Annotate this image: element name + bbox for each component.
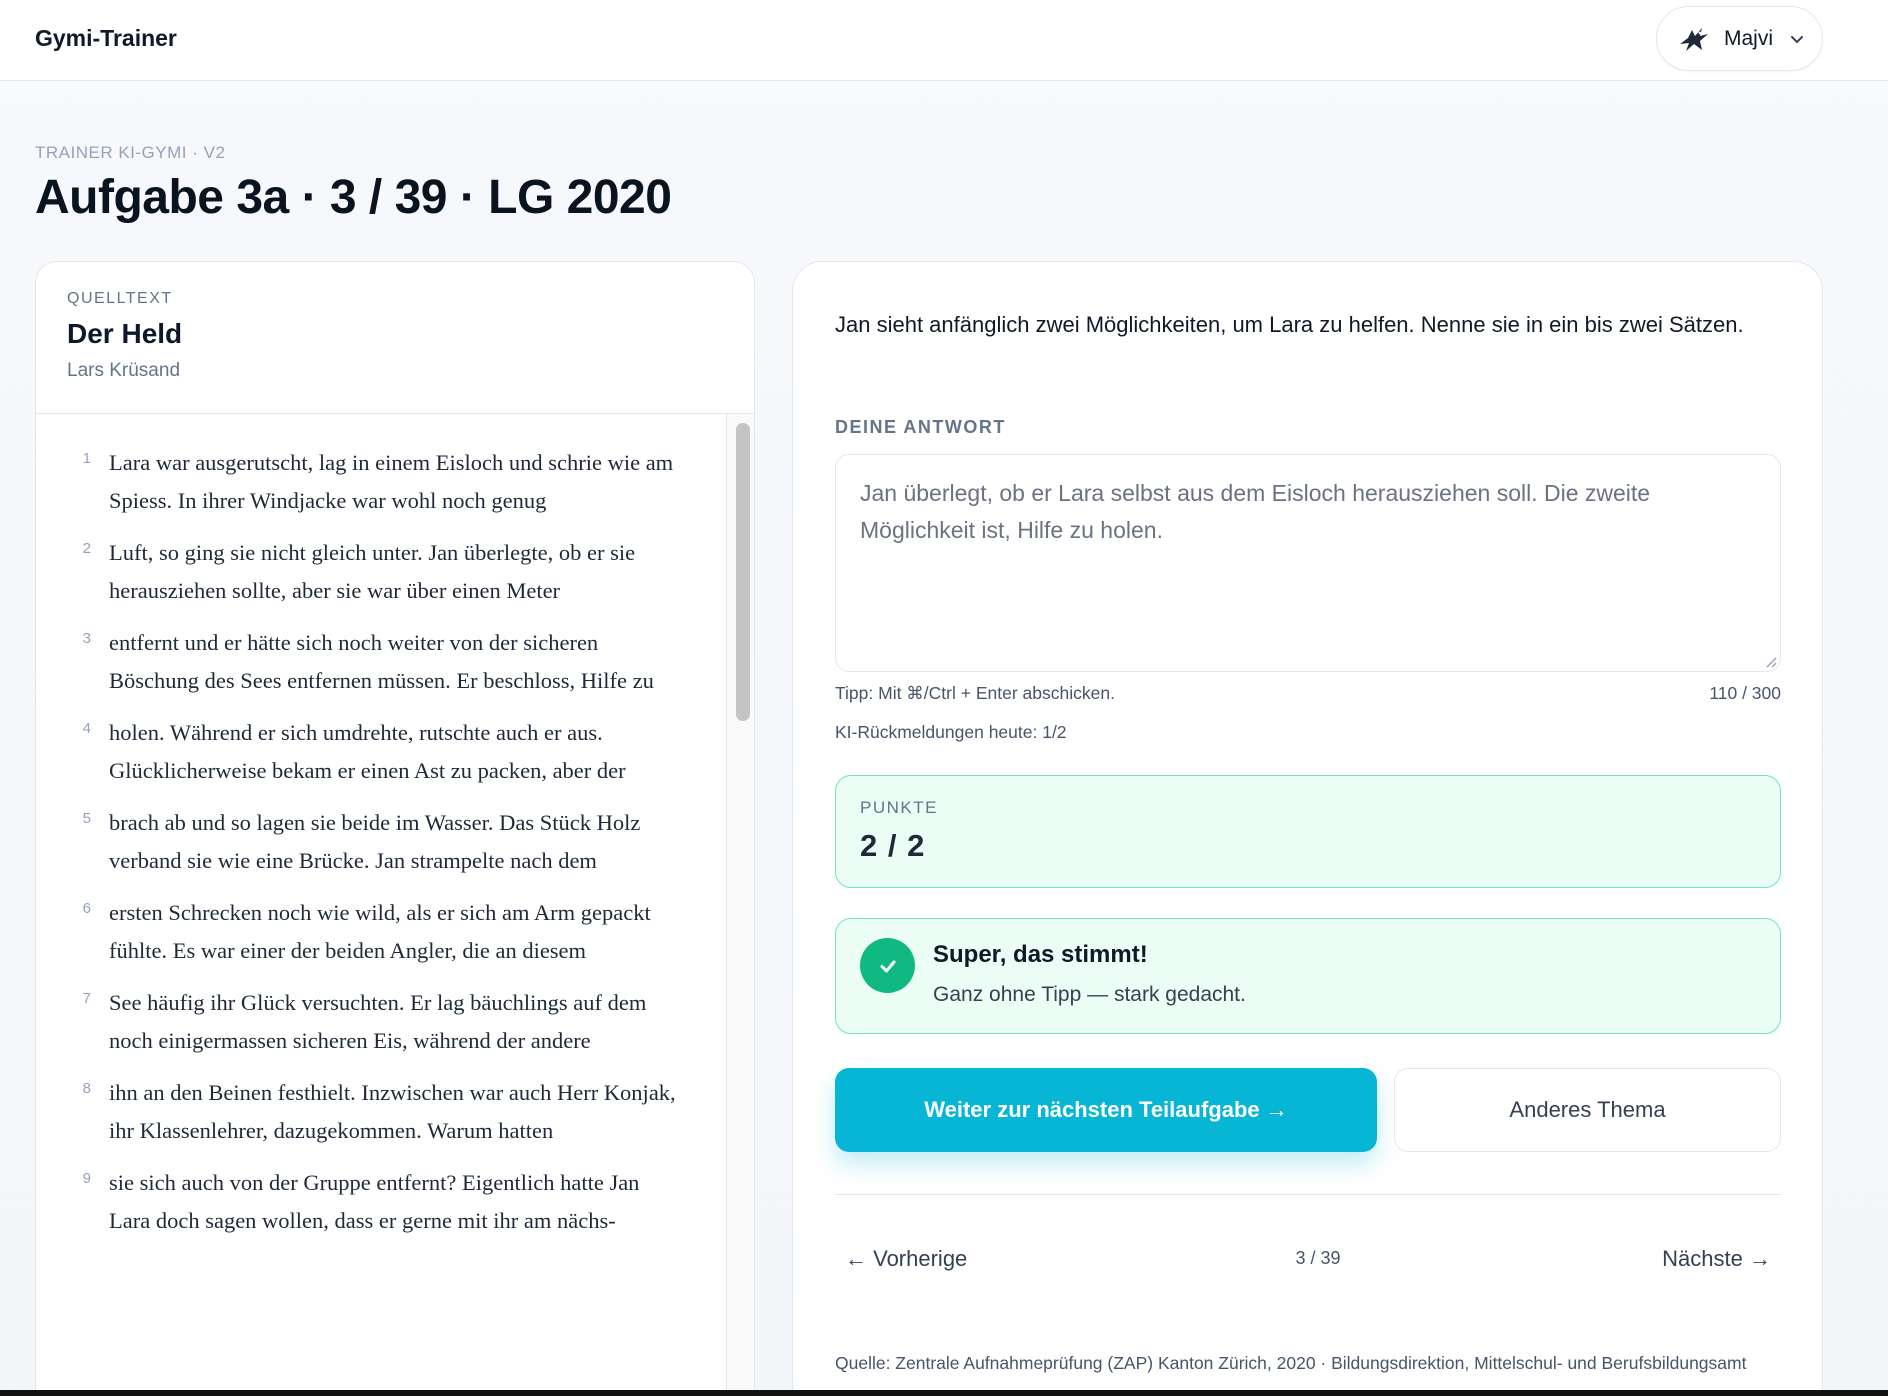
line-number: 2 — [82, 540, 91, 557]
line-number: 8 — [82, 1080, 91, 1097]
line-number: 9 — [82, 1170, 91, 1187]
passage-line: 8 ihn an den Beinen festhielt. Inzwischen… — [36, 1074, 726, 1149]
line-number: 3 — [82, 630, 91, 647]
char-counter: 110 / 300 — [1709, 683, 1781, 703]
source-text-header: QUELLTEXT Der Held Lars Krüsand — [36, 262, 754, 414]
page-indicator: 3 / 39 — [1295, 1248, 1341, 1268]
points-label: PUNKTE — [860, 798, 938, 817]
source-text-card: QUELLTEXT Der Held Lars Krüsand 1 Lara wa… — [35, 261, 755, 1396]
line-text: brach ab und so lagen sie beide im Wasse… — [109, 810, 641, 873]
answer-input[interactable] — [835, 454, 1781, 672]
source-citation: Quelle: Zentrale Aufnahmeprüfung (ZAP) K… — [835, 1353, 1747, 1373]
feedback-panel: Super, das stimmt! Ganz ohne Tipp — star… — [835, 918, 1781, 1034]
other-topic-button[interactable]: Anderes Thema — [1394, 1068, 1781, 1152]
passage-line: 4 holen. Während er sich umdrehte, rutsch… — [36, 714, 726, 789]
next-link[interactable]: Nächste → — [1653, 1246, 1771, 1272]
line-text: See häufig ihr Glück versuchten. Er lag … — [109, 990, 647, 1053]
line-text: holen. Während er sich umdrehte, rutscht… — [109, 720, 626, 783]
user-menu-button[interactable]: Majvi — [1656, 6, 1823, 71]
line-number: 5 — [82, 810, 91, 827]
passage-scrollbar[interactable] — [726, 414, 754, 1396]
source-text-label: QUELLTEXT — [67, 290, 173, 307]
scrollbar-thumb[interactable] — [736, 423, 750, 721]
line-text: sie sich auch von der Gruppe entfernt? E… — [109, 1170, 640, 1233]
line-text: Luft, so ging sie nicht gleich unter. Ja… — [109, 540, 636, 603]
page-title: Aufgabe 3a · 3 / 39 · LG 2020 — [35, 171, 672, 224]
bird-icon — [1677, 22, 1711, 56]
passage-line: 5 brach ab und so lagen sie beide im Wass… — [36, 804, 726, 879]
passage-line: 9 sie sich auch von der Gruppe entfernt? … — [36, 1164, 726, 1239]
page-eyebrow: TRAINER KI-GYMI · V2 — [35, 143, 226, 162]
source-text-title: Der Held — [67, 318, 183, 349]
line-number: 1 — [82, 450, 91, 467]
line-number: 7 — [82, 990, 91, 1007]
brand-logo[interactable]: Gymi-Trainer — [35, 25, 177, 52]
feedback-title: Super, das stimmt! — [933, 941, 1148, 968]
passage-line: 3 entfernt und er hätte sich noch weiter … — [36, 624, 726, 699]
check-icon — [860, 938, 915, 993]
answer-label: DEINE ANTWORT — [835, 417, 1006, 437]
line-number: 6 — [82, 900, 91, 917]
passage-text: 1 Lara war ausgerutscht, lag in einem Eis… — [36, 414, 726, 1396]
line-text: Lara war ausgerutscht, lag in einem Eisl… — [109, 450, 674, 513]
points-panel: PUNKTE 2 / 2 — [835, 775, 1781, 888]
passage-line: 1 Lara war ausgerutscht, lag in einem Eis… — [36, 444, 726, 519]
task-card: Jan sieht anfänglich zwei Möglichkeiten,… — [792, 261, 1823, 1396]
passage-line: 2 Luft, so ging sie nicht gleich unter. J… — [36, 534, 726, 609]
feedback-text: Ganz ohne Tipp — stark gedacht. — [933, 983, 1246, 1006]
previous-link[interactable]: ← Vorherige — [845, 1246, 967, 1272]
line-text: ihn an den Beinen festhielt. Inzwischen … — [109, 1080, 676, 1143]
question-text: Jan sieht anfänglich zwei Möglichkeiten,… — [835, 312, 1744, 337]
resize-handle-icon[interactable] — [1763, 654, 1777, 668]
passage-line: 6 ersten Schrecken noch wie wild, als er … — [36, 894, 726, 969]
chevron-down-icon — [1789, 31, 1805, 47]
feedback-quota: KI-Rückmeldungen heute: 1/2 — [835, 722, 1067, 742]
line-text: entfernt und er hätte sich noch weiter v… — [109, 630, 654, 693]
line-number: 4 — [82, 720, 91, 737]
points-value: 2 / 2 — [860, 828, 926, 863]
passage-line: 7 See häufig ihr Glück versuchten. Er lag… — [36, 984, 726, 1059]
user-name: Majvi — [1724, 26, 1774, 50]
submit-tip: Tipp: Mit ⌘/Ctrl + Enter abschicken. — [835, 683, 1115, 703]
line-text: ersten Schrecken noch wie wild, als er s… — [109, 900, 651, 963]
next-subtask-button[interactable]: Weiter zur nächsten Teilaufgabe → — [835, 1068, 1377, 1152]
window-edge — [0, 1390, 1888, 1396]
top-bar: Gymi-Trainer Majvi — [0, 0, 1888, 81]
source-text-author: Lars Krüsand — [67, 360, 181, 381]
divider — [835, 1194, 1781, 1195]
